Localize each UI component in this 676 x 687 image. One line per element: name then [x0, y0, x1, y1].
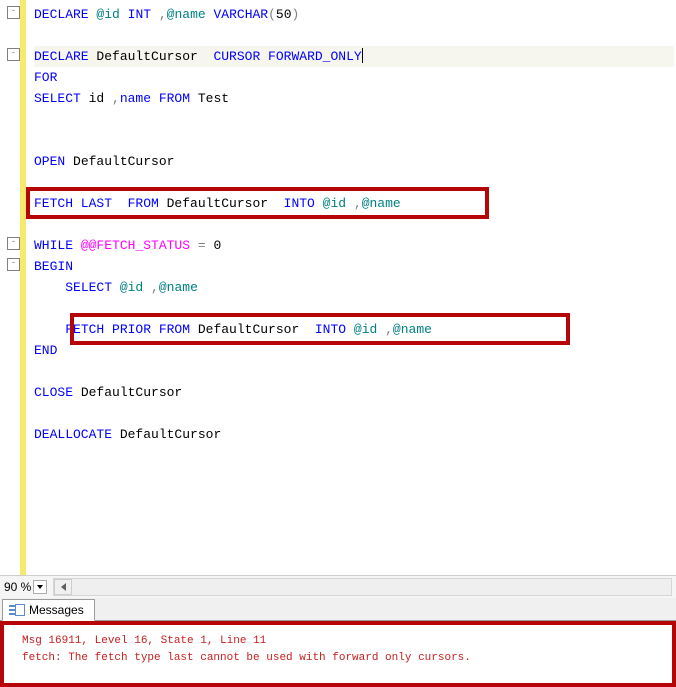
scroll-left-button[interactable]	[54, 579, 72, 595]
horizontal-scrollbar[interactable]	[53, 578, 672, 596]
code-line[interactable]: FETCH PRIOR FROM DefaultCursor INTO @id …	[34, 319, 674, 340]
fold-toggle-icon[interactable]: -	[7, 237, 20, 250]
code-line[interactable]	[34, 109, 674, 130]
code-line[interactable]	[34, 361, 674, 382]
code-line[interactable]: FETCH LAST FROM DefaultCursor INTO @id ,…	[34, 193, 674, 214]
code-editor[interactable]: - - - - DECLARE @id INT ,@name VARCHAR(5…	[0, 0, 676, 575]
code-line[interactable]: FOR	[34, 67, 674, 88]
zoom-dropdown-icon[interactable]	[33, 580, 47, 594]
code-line[interactable]: DECLARE @id INT ,@name VARCHAR(50)	[34, 4, 674, 25]
code-line[interactable]: END	[34, 340, 674, 361]
editor-gutter: - - - -	[0, 0, 30, 575]
code-line[interactable]: DECLARE DefaultCursor CURSOR FORWARD_ONL…	[34, 46, 674, 67]
fold-toggle-icon[interactable]: -	[7, 258, 20, 271]
error-message-header: Msg 16911, Level 16, State 1, Line 11	[22, 633, 658, 650]
code-line[interactable]	[34, 214, 674, 235]
code-line[interactable]: OPEN DefaultCursor	[34, 151, 674, 172]
code-line[interactable]: WHILE @@FETCH_STATUS = 0	[34, 235, 674, 256]
tab-label: Messages	[29, 603, 84, 617]
code-line[interactable]	[34, 130, 674, 151]
code-line[interactable]: SELECT @id ,@name	[34, 277, 674, 298]
code-line[interactable]	[34, 172, 674, 193]
messages-pane[interactable]: Msg 16911, Level 16, State 1, Line 11 fe…	[4, 625, 672, 683]
code-line[interactable]: SELECT id ,name FROM Test	[34, 88, 674, 109]
code-line[interactable]	[34, 445, 674, 466]
tab-messages[interactable]: Messages	[2, 599, 95, 621]
code-line[interactable]	[34, 466, 674, 487]
code-line[interactable]: CLOSE DefaultCursor	[34, 382, 674, 403]
text-cursor	[362, 48, 363, 63]
messages-icon	[9, 604, 23, 617]
highlight-box: Msg 16911, Level 16, State 1, Line 11 fe…	[0, 621, 676, 687]
code-area[interactable]: DECLARE @id INT ,@name VARCHAR(50) DECLA…	[30, 0, 676, 575]
results-tabs: Messages	[0, 598, 676, 621]
code-line[interactable]	[34, 298, 674, 319]
zoom-level-label: 90 %	[4, 580, 31, 594]
fold-toggle-icon[interactable]: -	[7, 48, 20, 61]
zoom-bar: 90 %	[0, 575, 676, 598]
code-line[interactable]	[34, 25, 674, 46]
error-message-body: fetch: The fetch type last cannot be use…	[22, 650, 658, 667]
fold-toggle-icon[interactable]: -	[7, 6, 20, 19]
code-line[interactable]: BEGIN	[34, 256, 674, 277]
code-line[interactable]	[34, 403, 674, 424]
change-indicator-bar	[20, 0, 26, 575]
code-line[interactable]: DEALLOCATE DefaultCursor	[34, 424, 674, 445]
